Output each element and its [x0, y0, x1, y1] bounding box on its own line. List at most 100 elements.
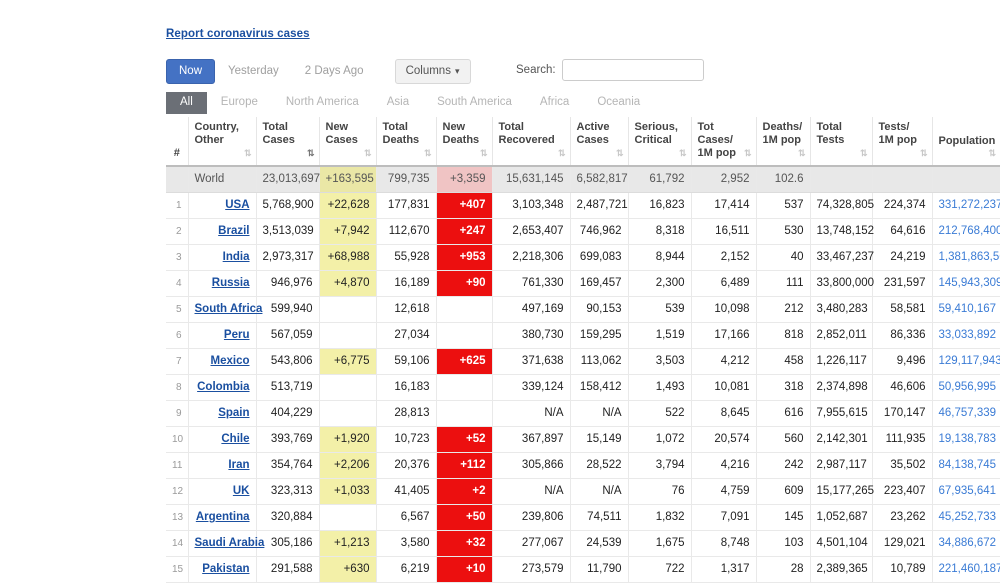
- column-header-active-cases[interactable]: Active Cases ⇅: [569, 117, 628, 167]
- row-serious-critical: 8,944: [627, 244, 691, 271]
- row-deaths-1m: 145: [755, 504, 810, 531]
- search-input[interactable]: [561, 59, 704, 81]
- country-link[interactable]: South Africa: [195, 303, 263, 315]
- row-new-deaths: +52: [435, 426, 492, 453]
- sort-both-icon[interactable]: ⇅: [480, 147, 487, 160]
- column-header-total-cases[interactable]: Total Cases ⇅: [255, 117, 319, 167]
- sort-both-icon[interactable]: ⇅: [679, 147, 686, 160]
- row-population[interactable]: [931, 166, 1000, 193]
- country-link[interactable]: Russia: [212, 277, 250, 289]
- country-link[interactable]: Argentina: [196, 511, 250, 523]
- row-rank: 2: [166, 218, 188, 245]
- sort-both-icon[interactable]: ⇅: [616, 147, 623, 160]
- row-population[interactable]: 45,252,733: [931, 504, 1000, 531]
- row-total-deaths: 10,723: [375, 426, 436, 453]
- row-total-tests: 33,800,000: [809, 270, 874, 297]
- column-header-deaths-1m-pop[interactable]: Deaths/1M pop ⇅: [755, 117, 810, 167]
- row-population[interactable]: 84,138,745: [931, 452, 1000, 479]
- row-total-recovered: 339,124: [491, 374, 570, 401]
- sort-both-icon[interactable]: ⇅: [244, 147, 251, 160]
- now-button[interactable]: Now: [166, 59, 216, 84]
- sort-both-icon[interactable]: ⇅: [744, 147, 751, 160]
- row-population[interactable]: 129,117,943: [931, 348, 1000, 375]
- row-population[interactable]: 331,272,237: [931, 192, 1000, 219]
- row-tot-cases-1m: 1,317: [690, 556, 756, 583]
- country-link[interactable]: India: [223, 251, 250, 263]
- two-days-ago-button[interactable]: 2 Days Ago: [292, 59, 377, 84]
- row-population[interactable]: 67,935,641: [931, 478, 1000, 505]
- row-population[interactable]: 59,410,167: [931, 296, 1000, 323]
- row-population[interactable]: 212,768,400: [931, 218, 1000, 245]
- row-population[interactable]: 33,033,892: [931, 322, 1000, 349]
- column-header-country-other[interactable]: Country, Other ⇅: [187, 117, 256, 167]
- continent-tab-asia[interactable]: Asia: [373, 92, 423, 114]
- column-header-line1: Deaths/: [762, 121, 803, 133]
- row-population[interactable]: 145,943,309: [931, 270, 1000, 297]
- sort-both-icon[interactable]: ⇅: [798, 147, 805, 160]
- sort-both-icon[interactable]: ⇅: [920, 147, 927, 160]
- continent-tab-africa[interactable]: Africa: [526, 92, 583, 114]
- row-total-deaths: 12,618: [375, 296, 436, 323]
- continent-tab-oceania[interactable]: Oceania: [583, 92, 654, 114]
- country-link[interactable]: Pakistan: [202, 563, 249, 575]
- row-serious-critical: 76: [627, 478, 691, 505]
- sort-both-icon[interactable]: ⇅: [364, 147, 371, 160]
- column-header-total-recovered[interactable]: Total Recovered ⇅: [491, 117, 570, 167]
- row-serious-critical: 61,792: [627, 166, 691, 193]
- row-population[interactable]: 46,757,339: [931, 400, 1000, 427]
- row-population[interactable]: 19,138,783: [931, 426, 1000, 453]
- yesterday-button[interactable]: Yesterday: [215, 59, 292, 84]
- row-country-cell: Saudi Arabia: [187, 530, 264, 557]
- row-deaths-1m: 537: [755, 192, 810, 219]
- row-new-deaths: +407: [435, 192, 492, 219]
- row-total-tests: 2,987,117: [809, 452, 872, 479]
- sort-both-icon[interactable]: ⇅: [860, 147, 867, 160]
- row-population[interactable]: 34,886,672: [931, 530, 1000, 557]
- row-total-recovered: 761,330: [491, 270, 570, 297]
- column-header-line2: Deaths: [442, 134, 480, 146]
- row-total-recovered: 2,218,306: [491, 244, 570, 271]
- sort-both-icon[interactable]: ⇅: [558, 147, 565, 160]
- continent-tab-south-america[interactable]: South America: [423, 92, 526, 114]
- row-serious-critical: 1,832: [627, 504, 691, 531]
- country-link[interactable]: Spain: [218, 407, 249, 419]
- country-link[interactable]: USA: [225, 199, 249, 211]
- column-header-tot-cases-1m-pop[interactable]: Tot Cases/1M pop ⇅: [690, 117, 756, 167]
- continent-tab-all[interactable]: All: [166, 92, 207, 114]
- row-population[interactable]: 50,956,995: [931, 374, 1000, 401]
- continent-tab-europe[interactable]: Europe: [207, 92, 272, 114]
- row-population[interactable]: 1,381,863,561: [931, 244, 1000, 271]
- column-header-[interactable]: #: [166, 117, 188, 167]
- continent-tab-north-america[interactable]: North America: [272, 92, 373, 114]
- chevron-down-icon: ▾: [454, 66, 460, 76]
- row-total-tests: 33,467,237: [809, 244, 874, 271]
- column-header-serious-critical[interactable]: Serious, Critical ⇅: [627, 117, 691, 167]
- column-header-line2: Cases: [576, 134, 609, 146]
- row-population[interactable]: 221,460,187: [931, 556, 1000, 583]
- row-serious-critical: 1,493: [627, 374, 691, 401]
- column-header-new-cases[interactable]: New Cases ⇅: [318, 117, 376, 167]
- column-header-new-deaths[interactable]: New Deaths ⇅: [435, 117, 492, 167]
- country-link[interactable]: Iran: [228, 459, 249, 471]
- sort-both-icon[interactable]: ⇅: [988, 147, 995, 160]
- columns-dropdown-button[interactable]: Columns ▾: [394, 59, 471, 84]
- column-header-population[interactable]: Population ⇅: [931, 117, 1000, 167]
- column-header-total-deaths[interactable]: Total Deaths ⇅: [375, 117, 436, 167]
- country-link[interactable]: Peru: [224, 329, 250, 341]
- column-header-total-tests[interactable]: Total Tests ⇅: [809, 117, 872, 167]
- table-row: 12 UK 323,313 +1,033 41,405 +2 N/A N/A 76 4,759 60…: [166, 478, 1000, 505]
- country-link[interactable]: Mexico: [211, 355, 250, 367]
- row-new-deaths: +112: [435, 452, 492, 479]
- sort-both-icon[interactable]: ⇅: [424, 147, 431, 160]
- row-tot-cases-1m: 7,091: [690, 504, 756, 531]
- country-link[interactable]: UK: [233, 485, 250, 497]
- country-link[interactable]: Brazil: [218, 225, 249, 237]
- country-link[interactable]: Saudi Arabia: [195, 537, 265, 549]
- country-link[interactable]: Chile: [221, 433, 249, 445]
- sort-descending-icon[interactable]: ⇅: [307, 147, 314, 160]
- report-coronavirus-cases-link[interactable]: Report coronavirus cases: [166, 28, 310, 40]
- country-link[interactable]: Colombia: [197, 381, 249, 393]
- row-deaths-1m: 458: [755, 348, 810, 375]
- column-header-tests-1m-pop[interactable]: Tests/1M pop ⇅: [871, 117, 932, 167]
- row-active-cases: 746,962: [569, 218, 628, 245]
